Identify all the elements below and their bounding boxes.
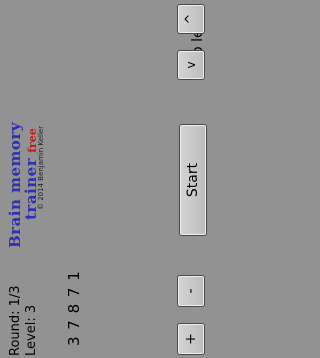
round-label: Round: 1/3 (8, 285, 23, 356)
start-label: Start (185, 162, 201, 198)
minus-label: - (183, 288, 199, 294)
start-button[interactable]: Start (179, 124, 207, 236)
plus-label: + (183, 333, 199, 345)
down-label: v (184, 61, 198, 69)
level-down-button[interactable]: v (177, 50, 205, 80)
decrease-button[interactable]: - (177, 275, 205, 307)
number-sequence: 3 7 8 7 1 (65, 270, 83, 346)
level-label: Level: 3 (24, 304, 39, 356)
copyright-text: © 2014 Benjamin Keller (37, 125, 45, 210)
up-label: ^ (183, 13, 199, 25)
increase-button[interactable]: + (177, 323, 205, 355)
level-up-button[interactable]: ^ (177, 4, 205, 34)
